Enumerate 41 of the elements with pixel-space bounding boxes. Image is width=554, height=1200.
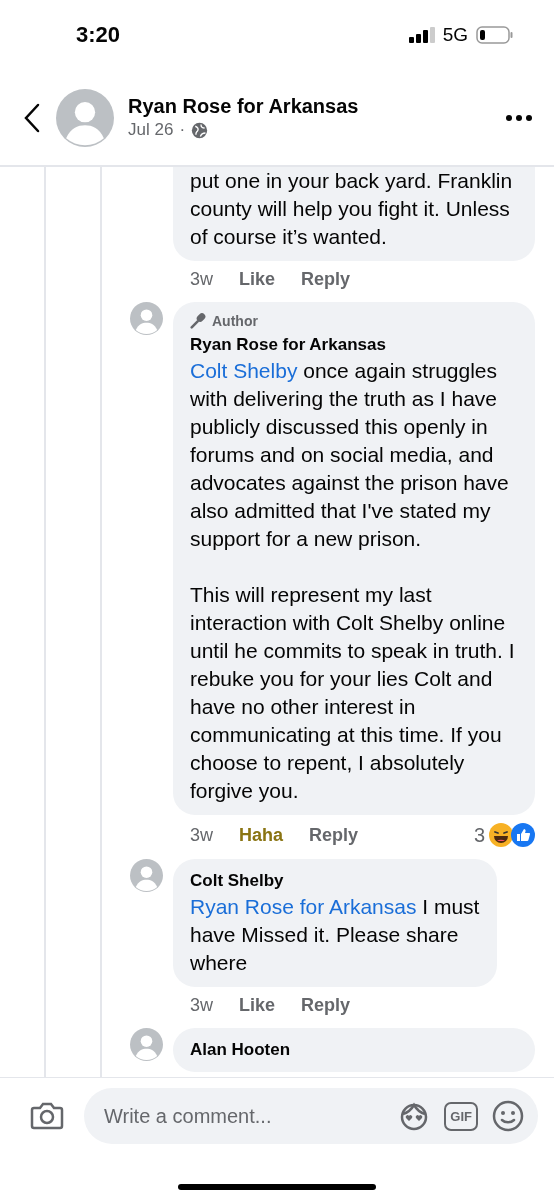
- signal-icon: [408, 27, 435, 43]
- comment-text: put one in your back yard. Franklin county will help you fight it. Unless of course it’s wanted.: [190, 168, 514, 250]
- globe-icon: [191, 121, 209, 139]
- reply-button[interactable]: Reply: [309, 824, 359, 846]
- comment-time: 3w: [190, 824, 213, 846]
- reaction-button[interactable]: Like: [239, 269, 276, 290]
- microphone-icon: [190, 312, 207, 329]
- comment-author[interactable]: Colt Shelby: [190, 869, 483, 893]
- post-date: Jul 26: [128, 120, 174, 140]
- comment-text: Colt Shelby once again struggles with delivering the truth as I have publicly discussed this openly in forums and on social media, and advocates against the prison have also admitted that I've stated my support for a new prison.: [190, 358, 510, 552]
- more-icon[interactable]: [506, 114, 532, 121]
- comment-author[interactable]: Ryan Rose for Arkansas: [190, 333, 521, 357]
- comment-time: 3w: [190, 269, 213, 290]
- battery-icon: [476, 26, 514, 44]
- avatar: [130, 1028, 163, 1061]
- page-name[interactable]: Ryan Rose for Arkansas: [128, 95, 492, 118]
- comment-text: This will represent my last interaction with Colt Shelby online until he commits to speak in truth. I rebuke you for your lies Colt and have no other interest in communicating at this time. If you choose to repent, I absolutely forgive you.: [190, 582, 516, 804]
- gif-button[interactable]: GIF: [444, 1101, 478, 1131]
- mention-link[interactable]: Ryan Rose for Arkansas: [190, 895, 417, 918]
- comment-field[interactable]: Write a comment... GIF: [84, 1088, 538, 1144]
- reply-button[interactable]: Reply: [301, 269, 351, 290]
- laughing-face-icon: [489, 823, 513, 847]
- status-time: 3:20: [76, 22, 121, 48]
- back-icon[interactable]: [22, 102, 42, 133]
- mention-link[interactable]: Colt Shelby: [190, 359, 298, 382]
- reaction-button[interactable]: Haha: [239, 824, 284, 846]
- separator: ·: [179, 120, 186, 140]
- comment-text: Ryan Rose for Arkansas I must have Missed it. Please share where: [190, 894, 481, 976]
- comment-time: 3w: [190, 995, 213, 1016]
- reaction-button[interactable]: Like: [239, 995, 276, 1016]
- avatar: [130, 859, 163, 892]
- comment-author[interactable]: Alan Hooten: [190, 1038, 521, 1062]
- emoji-icon[interactable]: [492, 1100, 524, 1132]
- author-label: Author: [212, 312, 258, 329]
- reaction-count: 3: [473, 823, 485, 847]
- reply-button[interactable]: Reply: [301, 995, 351, 1016]
- avatar: [130, 302, 163, 335]
- network-label: 5G: [442, 24, 468, 46]
- avatar: [56, 88, 114, 147]
- camera-icon[interactable]: [30, 1101, 64, 1131]
- thumbs-up-icon: [511, 823, 535, 847]
